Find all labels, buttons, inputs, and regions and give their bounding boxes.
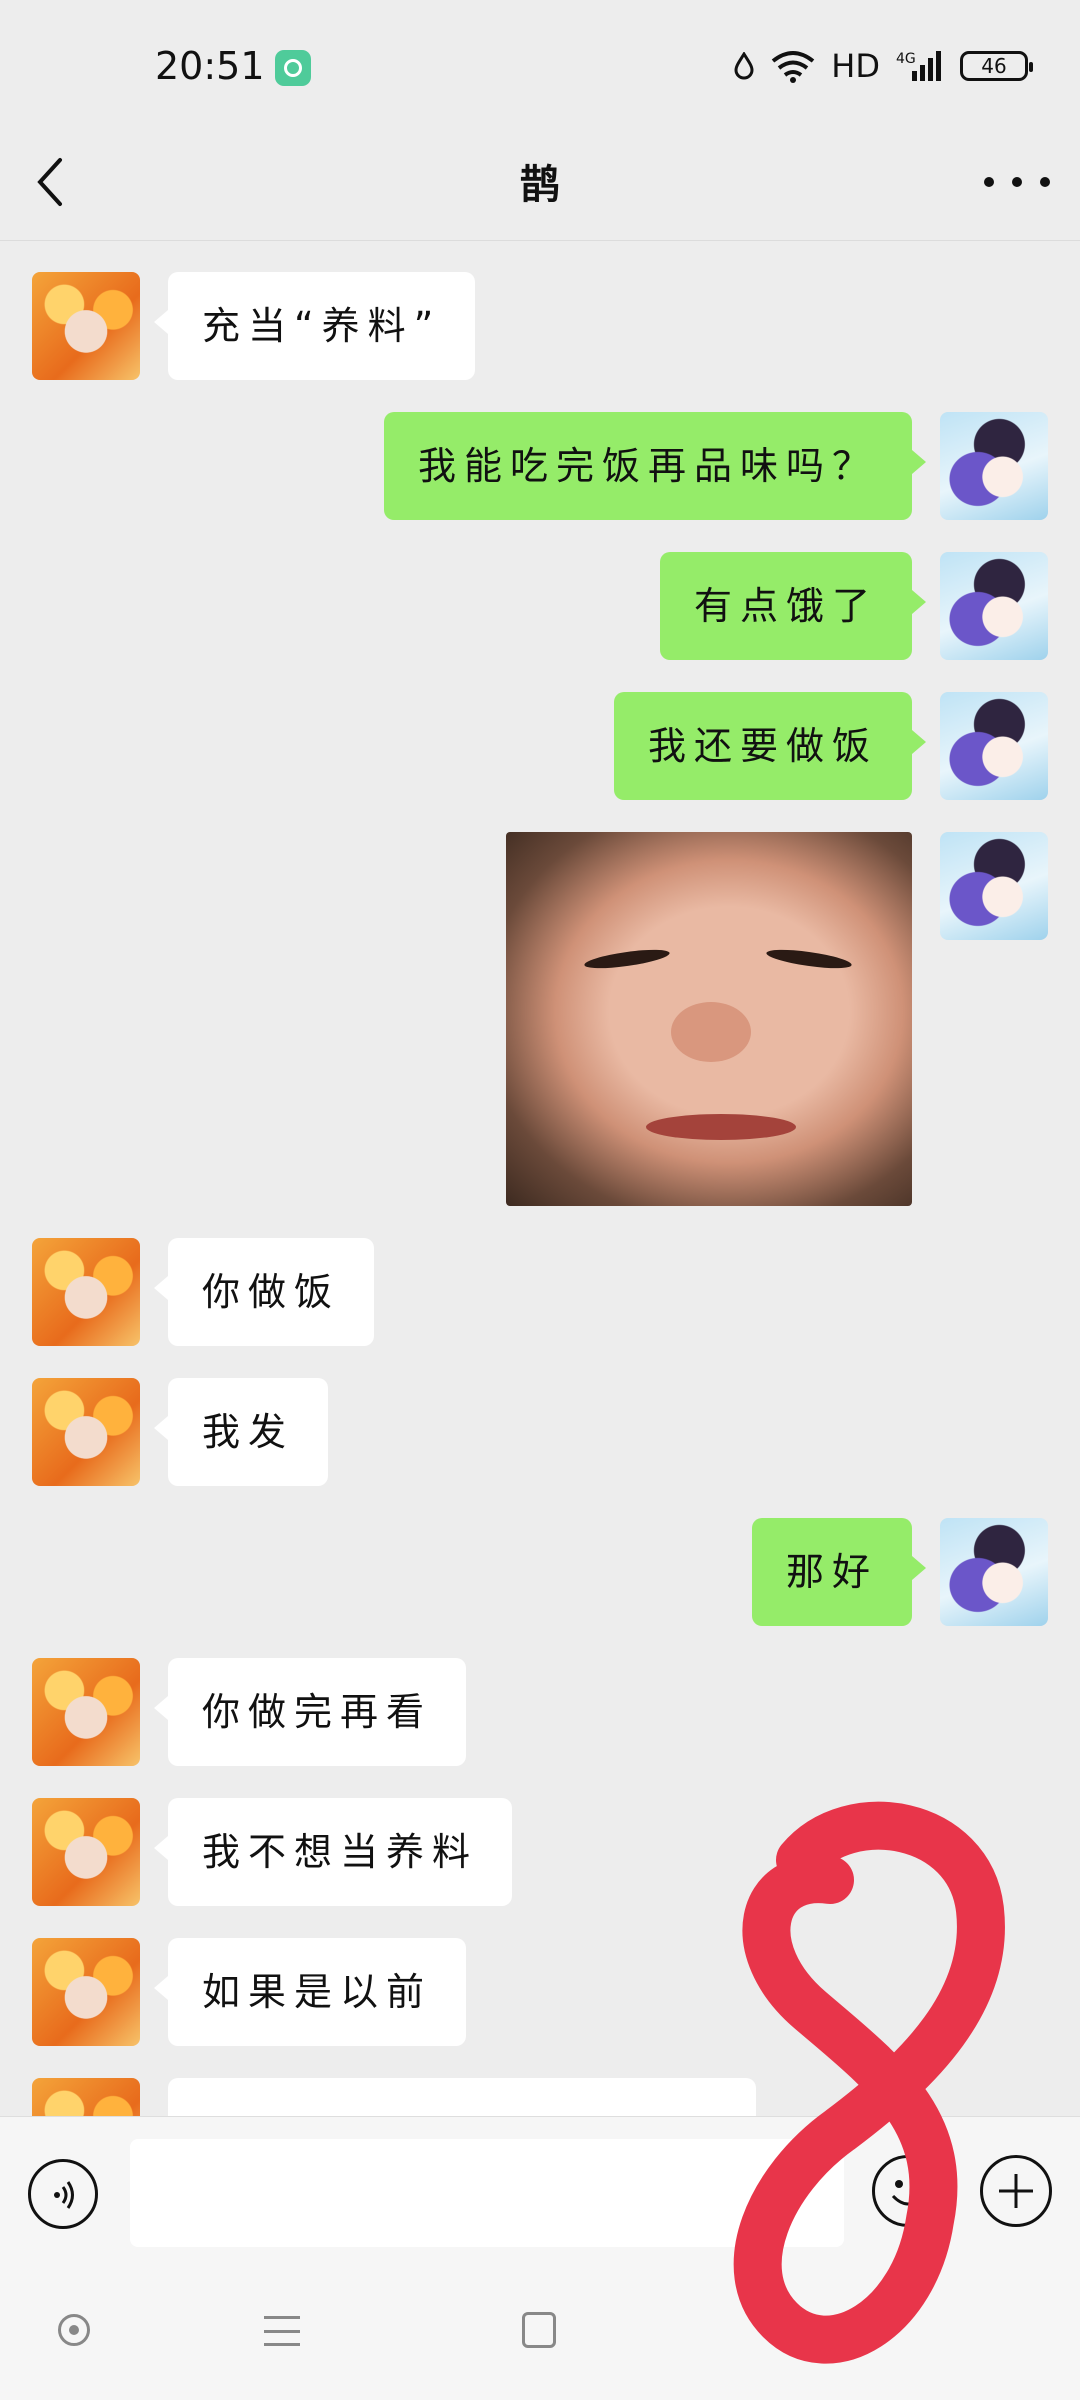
app-notification-icon <box>275 50 311 86</box>
emoji-icon[interactable] <box>872 2155 944 2227</box>
message-bubble[interactable]: 有点饿了 <box>659 552 927 660</box>
svg-text:4G: 4G <box>896 51 916 67</box>
nav-home-icon[interactable] <box>58 2314 90 2346</box>
message-bubble[interactable]: 那好 <box>751 1518 927 1626</box>
chat-header: 鹊 <box>0 128 1080 241</box>
plus-icon[interactable] <box>980 2155 1052 2227</box>
message-incoming: 如果是以前 <box>32 1938 467 2046</box>
message-bubble[interactable]: 你做完再看 <box>153 1658 467 1766</box>
chat-title: 鹊 <box>520 162 560 208</box>
message-bubble[interactable]: 我能吃完饭再品味吗？ <box>383 412 927 520</box>
drop-icon <box>734 52 754 80</box>
message-bubble[interactable]: 你做饭 <box>153 1238 375 1346</box>
message-list[interactable]: 充当“养料” 我能吃完饭再品味吗？ 有点饿了 我还要做饭 你做饭 我发 那好 你… <box>0 240 1080 2116</box>
contact-avatar[interactable] <box>32 1938 140 2046</box>
system-navigation-bar <box>0 2284 1080 2400</box>
message-bubble[interactable]: 我不想当养料 <box>153 1798 513 1906</box>
message-incoming: 你做完再看 <box>32 1658 467 1766</box>
message-outgoing: 我还要做饭 <box>613 692 1048 800</box>
my-avatar[interactable] <box>940 832 1048 940</box>
network-type-label: HD <box>831 47 880 85</box>
message-outgoing <box>506 832 1048 1206</box>
status-indicators: HD 4G 46 <box>733 44 1033 88</box>
message-bubble[interactable]: 我还要做饭 <box>613 692 927 800</box>
nav-recents-icon[interactable] <box>522 2312 556 2348</box>
message-incoming: 充当“养料” <box>32 272 476 380</box>
contact-avatar[interactable] <box>32 1238 140 1346</box>
my-avatar[interactable] <box>940 412 1048 520</box>
message-incoming: 我发 <box>32 1378 329 1486</box>
battery-icon: 46 <box>960 51 1033 81</box>
contact-avatar[interactable] <box>32 272 140 380</box>
contact-avatar[interactable] <box>32 1658 140 1766</box>
wifi-icon <box>772 51 815 83</box>
message-bubble[interactable]: 如果是以前 <box>153 1938 467 2046</box>
status-bar: 20:51 HD 4G 46 <box>0 0 1080 128</box>
sticker-image[interactable] <box>506 832 912 1206</box>
message-incoming: 你做饭 <box>32 1238 375 1346</box>
message-outgoing: 我能吃完饭再品味吗？ <box>383 412 1048 520</box>
message-bubble[interactable]: 我发 <box>153 1378 329 1486</box>
message-input[interactable] <box>130 2139 844 2247</box>
more-horizontal-icon[interactable] <box>984 164 1050 200</box>
my-avatar[interactable] <box>940 692 1048 800</box>
message-incoming: 我不想当养料 <box>32 1798 513 1906</box>
contact-avatar[interactable] <box>32 2078 140 2116</box>
message-outgoing: 有点饿了 <box>659 552 1048 660</box>
nav-menu-icon[interactable] <box>264 2316 300 2346</box>
message-incoming-partial <box>32 2078 756 2116</box>
battery-level: 46 <box>981 54 1007 78</box>
input-bar <box>0 2116 1080 2285</box>
contact-avatar[interactable] <box>32 1378 140 1486</box>
my-avatar[interactable] <box>940 1518 1048 1626</box>
voice-icon[interactable] <box>28 2159 98 2229</box>
message-bubble-clipped[interactable] <box>168 2078 756 2116</box>
signal-icon: 4G <box>896 51 941 81</box>
my-avatar[interactable] <box>940 552 1048 660</box>
contact-avatar[interactable] <box>32 1798 140 1906</box>
status-time: 20:51 <box>155 44 265 88</box>
message-outgoing: 那好 <box>751 1518 1048 1626</box>
message-bubble[interactable]: 充当“养料” <box>153 272 476 380</box>
